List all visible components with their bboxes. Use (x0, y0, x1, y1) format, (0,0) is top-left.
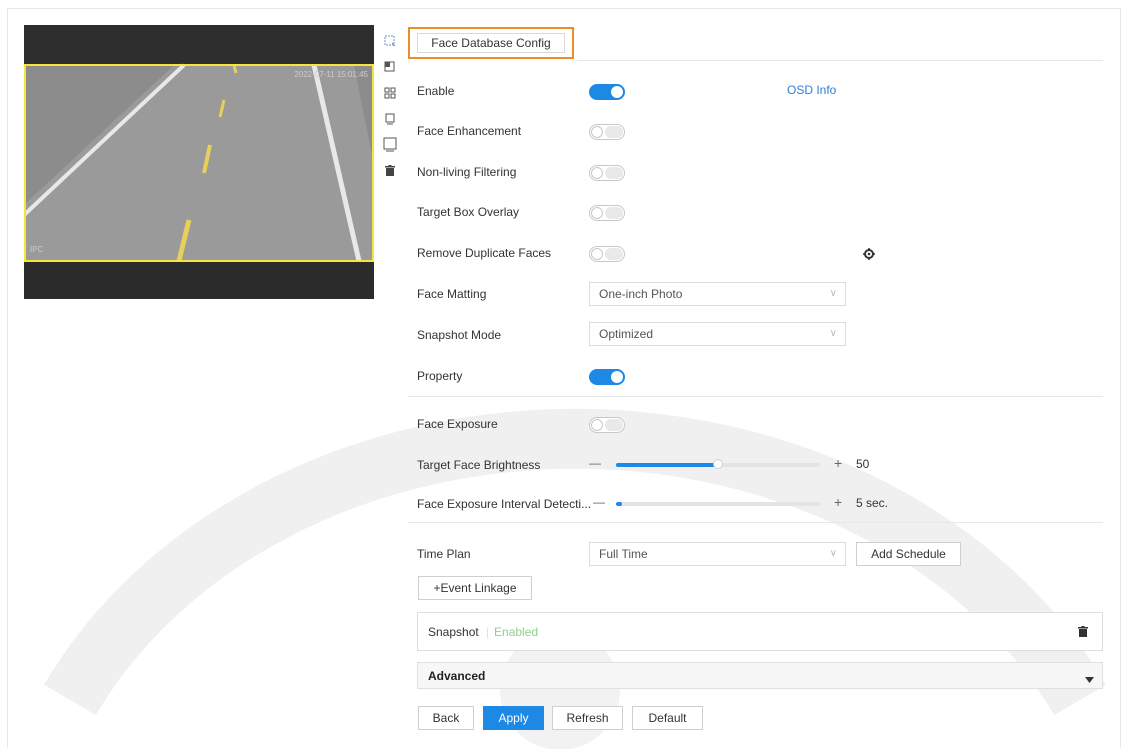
chevron-down-icon: ∨ (829, 328, 837, 339)
time-plan-value: Full Time (599, 547, 648, 561)
min-size-icon[interactable] (380, 109, 400, 129)
grid-icon[interactable] (380, 83, 400, 103)
apply-button[interactable]: Apply (483, 706, 544, 730)
property-label: Property (417, 369, 463, 383)
drawing-toolbar (380, 31, 406, 187)
interval-value: 5 sec. (856, 496, 889, 510)
brightness-decrease-button[interactable]: — (589, 456, 601, 470)
refresh-button[interactable]: Refresh (552, 706, 623, 730)
brightness-slider-thumb[interactable] (713, 459, 723, 469)
tab-highlight: Face Database Config (408, 27, 574, 59)
interval-label: Face Exposure Interval Detecti... (417, 497, 592, 511)
interval-slider[interactable] (616, 502, 820, 506)
section-divider (408, 396, 1103, 397)
target-box-overlay-toggle[interactable] (589, 205, 625, 221)
snapshot-label: Snapshot (428, 625, 479, 639)
video-channel-label: IPC (30, 245, 44, 254)
chevron-down-icon: ∨ (829, 288, 837, 299)
time-plan-select[interactable]: Full Time ∨ (589, 542, 846, 566)
section-divider (408, 522, 1103, 523)
exclude-area-icon[interactable] (380, 57, 400, 77)
delete-icon[interactable] (1078, 626, 1088, 641)
separator: | (486, 625, 490, 639)
draw-area-icon[interactable] (380, 31, 400, 51)
brightness-slider-fill (616, 463, 718, 467)
gear-icon[interactable] (863, 248, 875, 263)
snapshot-status: Enabled (494, 625, 539, 639)
face-matting-select[interactable]: One-inch Photo ∨ (589, 282, 846, 306)
max-size-icon[interactable] (380, 135, 400, 155)
interval-decrease-button[interactable]: — (593, 495, 605, 509)
linkage-snapshot-panel: Snapshot | Enabled (417, 612, 1103, 651)
tab-label: Face Database Config (431, 36, 551, 50)
osd-info-link[interactable]: OSD Info (787, 83, 836, 97)
advanced-label: Advanced (428, 669, 486, 683)
brightness-slider[interactable] (616, 459, 820, 469)
nonliving-filtering-label: Non-living Filtering (417, 165, 517, 179)
advanced-section[interactable]: Advanced (417, 662, 1103, 689)
face-enhancement-label: Face Enhancement (417, 124, 522, 138)
time-plan-label: Time Plan (417, 547, 471, 561)
snapshot-mode-select[interactable]: Optimized ∨ (589, 322, 846, 346)
remove-duplicate-toggle[interactable] (589, 246, 625, 262)
nonliving-filtering-toggle[interactable] (589, 165, 625, 181)
video-preview[interactable]: 2022-07-11 15:01:45 IPC (24, 25, 374, 299)
interval-slider-fill (616, 502, 622, 506)
snapshot-mode-label: Snapshot Mode (417, 328, 502, 342)
interval-increase-button[interactable]: + (834, 494, 842, 510)
event-linkage-button[interactable]: +Event Linkage (418, 576, 532, 600)
face-matting-label: Face Matting (417, 287, 487, 301)
brightness-increase-button[interactable]: + (834, 455, 842, 471)
default-button[interactable]: Default (632, 706, 703, 730)
remove-duplicate-label: Remove Duplicate Faces (417, 246, 552, 260)
add-schedule-button[interactable]: Add Schedule (856, 542, 961, 566)
video-timestamp: 2022-07-11 15:01:45 (294, 70, 368, 79)
tab-face-database-config[interactable]: Face Database Config (417, 33, 565, 53)
delete-drawing-icon[interactable] (380, 161, 400, 181)
snapshot-mode-value: Optimized (599, 327, 654, 341)
enable-toggle[interactable] (589, 84, 625, 100)
target-box-overlay-label: Target Box Overlay (417, 205, 520, 219)
brightness-label: Target Face Brightness (417, 458, 541, 472)
face-matting-value: One-inch Photo (599, 287, 683, 301)
caret-down-icon (1085, 672, 1094, 686)
face-exposure-toggle[interactable] (589, 417, 625, 433)
back-button[interactable]: Back (418, 706, 474, 730)
face-exposure-label: Face Exposure (417, 417, 498, 431)
face-enhancement-toggle[interactable] (589, 124, 625, 140)
property-toggle[interactable] (589, 369, 625, 385)
brightness-value: 50 (856, 457, 870, 471)
enable-label: Enable (417, 84, 455, 98)
tab-divider (577, 60, 1103, 61)
chevron-down-icon: ∨ (829, 548, 837, 559)
